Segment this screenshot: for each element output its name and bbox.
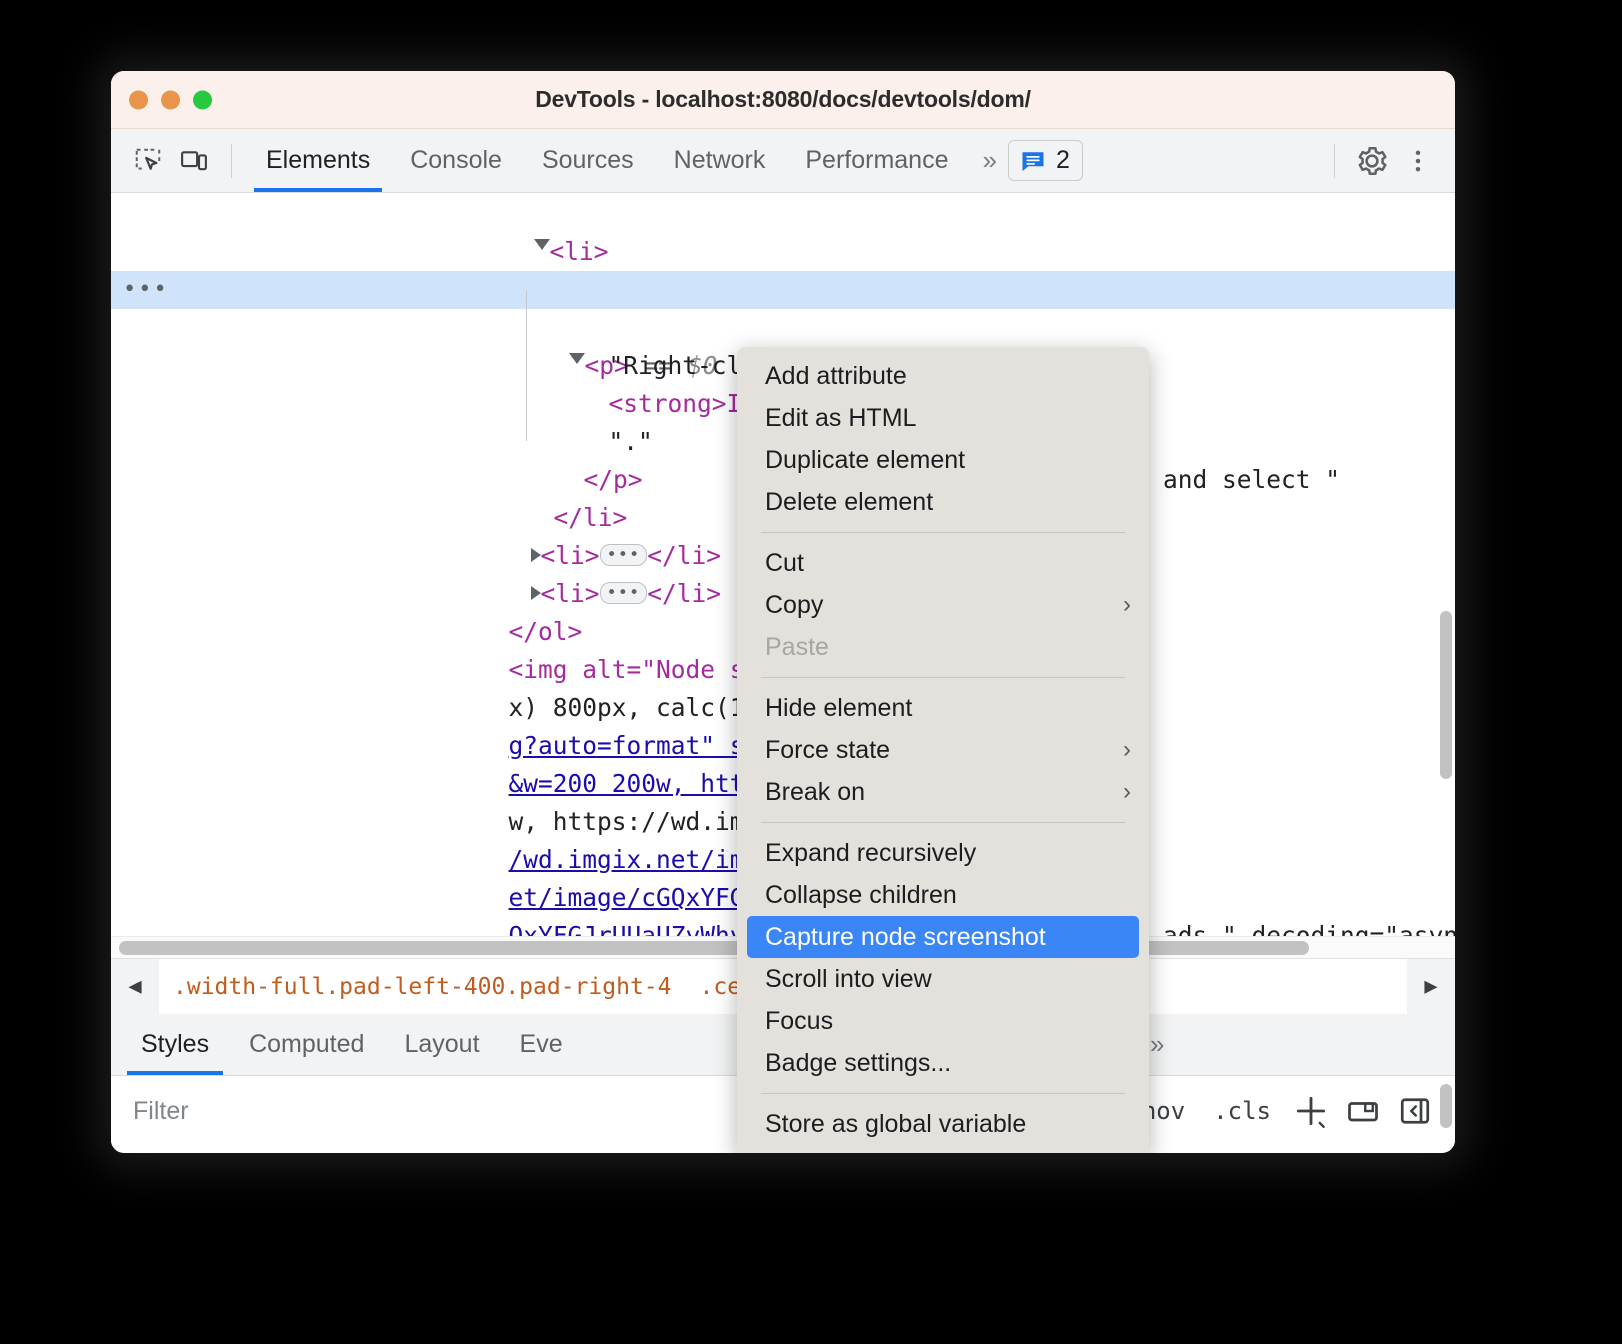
dom-right-text-select: and select " — [1163, 465, 1341, 494]
ctx-add-attribute[interactable]: Add attribute — [737, 355, 1149, 397]
devtools-window: DevTools - localhost:8080/docs/devtools/… — [111, 71, 1455, 1153]
panel-tabs: Elements Console Sources Network Perform… — [246, 129, 968, 192]
breadcrumb-scroll-left-icon[interactable]: ◀ — [111, 959, 159, 1014]
zoom-window-button[interactable] — [193, 90, 212, 109]
ctx-hide-element[interactable]: Hide element — [737, 687, 1149, 729]
minimize-window-button[interactable] — [161, 90, 180, 109]
device-toolbar-icon[interactable] — [171, 138, 217, 184]
toolbar-divider-2 — [1334, 143, 1335, 178]
chevron-right-icon: › — [1123, 778, 1131, 805]
dom-vertical-scrollbar[interactable] — [1440, 611, 1452, 779]
ctx-separator-1 — [761, 532, 1125, 533]
ctx-capture-node-screenshot[interactable]: Capture node screenshot — [747, 916, 1139, 958]
ctx-copy[interactable]: Copy › — [737, 584, 1149, 626]
devtools-toolbar: Elements Console Sources Network Perform… — [111, 129, 1455, 193]
window-title: DevTools - localhost:8080/docs/devtools/… — [535, 86, 1031, 112]
toolbar-divider — [231, 143, 232, 178]
ctx-force-state[interactable]: Force state › — [737, 729, 1149, 771]
more-tabs-chevron-icon[interactable]: » — [968, 145, 1007, 176]
ctx-separator-4 — [761, 1093, 1125, 1094]
ctx-edit-as-html[interactable]: Edit as HTML — [737, 397, 1149, 439]
toggle-sidebar-icon[interactable] — [1389, 1085, 1441, 1137]
element-classes-button[interactable]: .cls — [1199, 1097, 1285, 1125]
plus-icon[interactable] — [1285, 1085, 1337, 1137]
tab-performance[interactable]: Performance — [785, 129, 968, 192]
issues-count: 2 — [1055, 146, 1070, 174]
screenshot-root: DevTools - localhost:8080/docs/devtools/… — [0, 0, 1622, 1344]
tab-network[interactable]: Network — [654, 129, 786, 192]
ctx-separator-2 — [761, 677, 1125, 678]
tree-guide-line — [526, 291, 527, 441]
ctx-focus[interactable]: Focus — [737, 1000, 1149, 1042]
tab-sources[interactable]: Sources — [522, 129, 654, 192]
ctx-collapse-children[interactable]: Collapse children — [737, 874, 1149, 916]
toolbar-right-actions — [1320, 138, 1441, 184]
dom-right-column: and select " ads." decoding="async" he /… — [1163, 195, 1455, 958]
issues-badge[interactable]: 2 — [1007, 140, 1083, 181]
ctx-break-on[interactable]: Break on › — [737, 771, 1149, 813]
ctx-copy-label: Copy — [765, 590, 824, 619]
ctx-break-on-label: Break on — [765, 777, 866, 806]
ctx-scroll-into-view[interactable]: Scroll into view — [737, 958, 1149, 1000]
ctx-separator-3 — [761, 822, 1125, 823]
breadcrumb-scroll-right-icon[interactable]: ▶ — [1407, 959, 1455, 1014]
ctx-paste: Paste — [765, 632, 829, 661]
tab-computed[interactable]: Computed — [229, 1014, 384, 1075]
inspect-element-icon[interactable] — [125, 138, 171, 184]
kebab-menu-icon[interactable] — [1395, 138, 1441, 184]
window-titlebar: DevTools - localhost:8080/docs/devtools/… — [111, 71, 1455, 129]
tab-console[interactable]: Console — [390, 129, 522, 192]
gear-icon[interactable] — [1349, 138, 1395, 184]
styles-vertical-scrollbar[interactable] — [1440, 1084, 1452, 1128]
chevron-right-icon: › — [1123, 591, 1131, 618]
ctx-store-as-global-variable[interactable]: Store as global variable — [737, 1103, 1149, 1145]
ctx-force-state-label: Force state — [765, 735, 891, 764]
breadcrumb-item-0[interactable]: .width-full.pad-left-400.pad-right-4 — [159, 974, 686, 1000]
print-style-icon[interactable] — [1337, 1085, 1389, 1137]
ctx-badge-settings[interactable]: Badge settings... — [737, 1042, 1149, 1084]
row-actions-ellipsis-icon[interactable]: ••• — [123, 271, 169, 309]
tab-elements[interactable]: Elements — [246, 129, 390, 192]
chevron-right-icon: › — [1123, 736, 1131, 763]
traffic-light-buttons[interactable] — [129, 90, 212, 109]
issues-message-icon — [1019, 147, 1047, 175]
ctx-expand-recursively[interactable]: Expand recursively — [737, 832, 1149, 874]
tab-styles[interactable]: Styles — [121, 1014, 229, 1075]
dom-context-menu: Add attribute Edit as HTML Duplicate ele… — [737, 347, 1149, 1153]
close-window-button[interactable] — [129, 90, 148, 109]
ctx-duplicate-element[interactable]: Duplicate element — [737, 439, 1149, 481]
tab-layout[interactable]: Layout — [384, 1014, 499, 1075]
ctx-delete-element[interactable]: Delete element — [737, 481, 1149, 523]
ctx-cut[interactable]: Cut — [737, 542, 1149, 584]
tab-event-listeners[interactable]: Eve — [500, 1014, 583, 1075]
